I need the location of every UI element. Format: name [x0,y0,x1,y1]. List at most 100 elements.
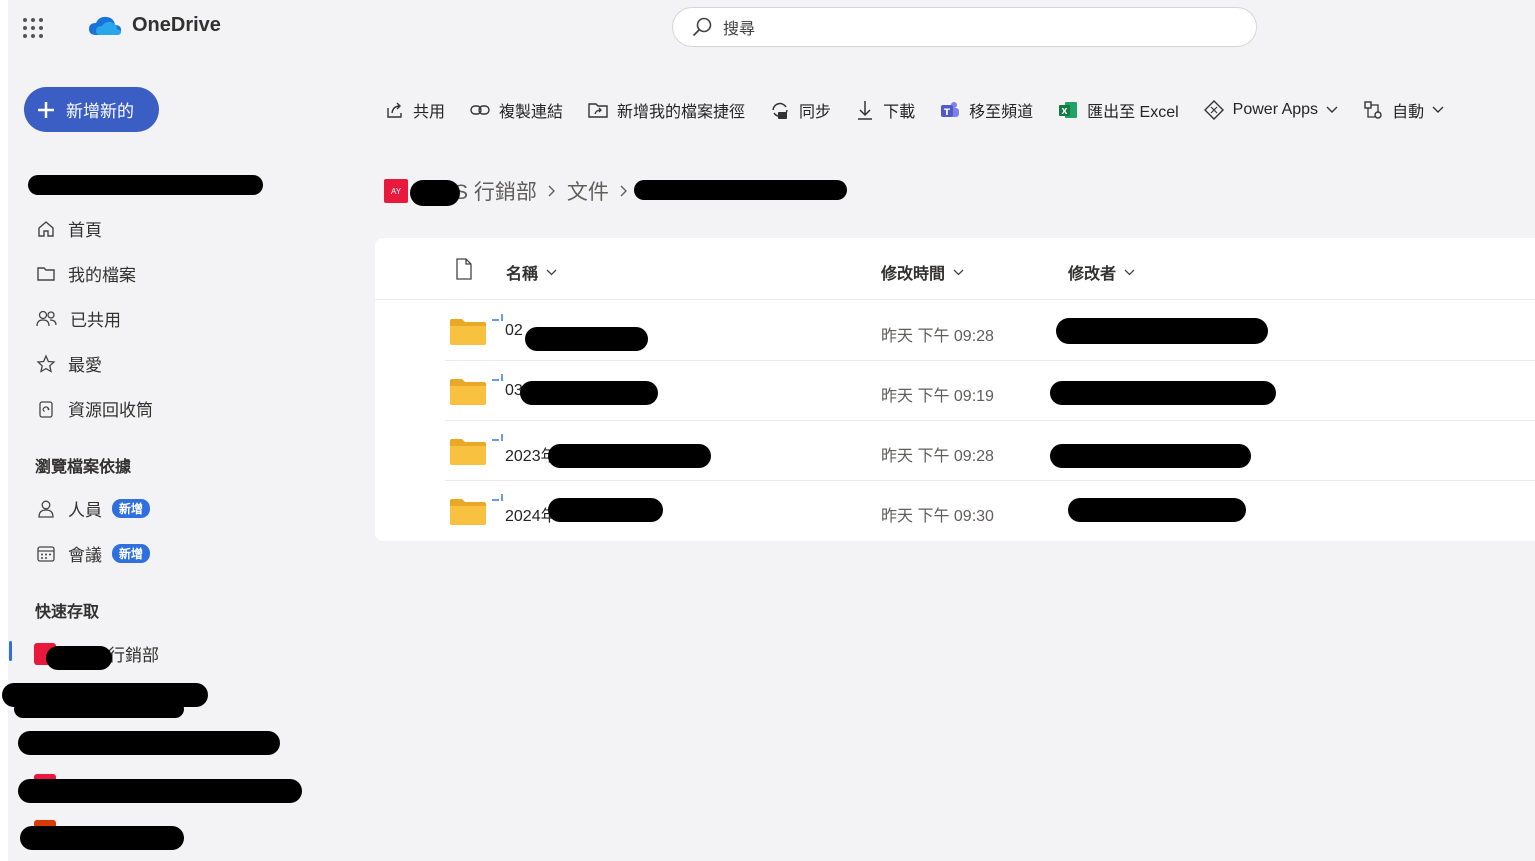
download-label: 下載 [883,104,916,121]
home-icon [38,220,54,237]
sidebar-item-favorites[interactable]: 最愛 [36,351,102,376]
column-modified-by[interactable]: 修改者 [1068,260,1135,284]
move-to-channel-button[interactable]: T 移至頻道 [939,98,1033,122]
redaction [525,327,648,351]
excel-icon: X [1059,102,1078,118]
file-name[interactable]: 02 [505,322,523,340]
automate-label: 自動 [1392,104,1425,121]
sync-button[interactable]: 同步 [769,98,831,122]
calendar-icon [37,545,55,562]
sidebar-item-label: 首頁 [68,221,102,240]
automate-button[interactable]: 自動 [1362,98,1444,122]
breadcrumb-item-docs[interactable]: 文件 [567,176,609,206]
folder-icon [450,379,486,405]
chevron-down-icon [953,269,964,275]
add-shortcut-label: 新增我的檔案捷徑 [617,104,746,121]
file-modified: 昨天 下午 09:19 [881,388,994,405]
app-launcher-icon[interactable] [22,17,44,39]
plus-icon [38,101,54,118]
sync-status-icon [492,314,503,321]
sidebar-item-shared[interactable]: 已共用 [36,306,121,331]
new-badge: 新增 [112,544,151,563]
redaction [20,826,184,850]
new-button[interactable]: 新增新的 [24,87,159,132]
svg-text:T: T [944,108,951,118]
power-apps-icon [1203,100,1224,120]
chevron-right-icon [620,185,627,197]
sidebar-item-label: 會議 [68,546,102,565]
browse-files-heading: 瀏覽檔案依據 [35,459,132,476]
file-modified: 昨天 下午 09:28 [881,448,994,465]
search-placeholder: 搜尋 [723,21,756,38]
sidebar-item-meetings[interactable]: 會議 新增 [36,541,151,566]
folder-shortcut-icon [588,103,608,118]
share-icon [387,102,402,118]
sidebar-item-people[interactable]: 人員 新增 [36,496,151,521]
person-icon [38,500,54,518]
column-modified[interactable]: 修改時間 [881,260,964,284]
sync-status-icon [492,374,503,381]
chevron-down-icon [546,269,557,275]
redaction [520,381,658,405]
redaction [410,180,460,206]
redaction [1050,381,1276,405]
chevron-down-icon [1124,269,1135,275]
share-button[interactable]: 共用 [385,98,445,122]
new-button-label: 新增新的 [66,102,134,121]
search-box[interactable]: 搜尋 [672,7,1257,47]
redaction [18,731,280,755]
redaction [1056,318,1268,344]
download-button[interactable]: 下載 [855,98,915,122]
new-badge: 新增 [112,499,151,518]
automate-icon [1364,101,1382,119]
column-modified-by-label: 修改者 [1068,266,1117,283]
folder-icon [450,499,486,525]
breadcrumb-item-site[interactable]: S 行銷部 [454,176,537,206]
redaction [14,700,184,718]
export-excel-button[interactable]: X 匯出至 Excel [1057,98,1179,122]
download-icon [858,101,873,120]
redaction [1068,498,1246,522]
redaction [548,444,711,468]
sidebar-item-label: 我的檔案 [68,266,136,285]
sidebar-item-my-files[interactable]: 我的檔案 [36,261,136,286]
sync-label: 同步 [799,104,832,121]
app-name: OneDrive [132,14,221,36]
copy-link-label: 複製連結 [499,104,564,121]
add-shortcut-button[interactable]: 新增我的檔案捷徑 [587,98,745,122]
share-label: 共用 [413,104,446,121]
quick-access-heading: 快速存取 [35,604,100,621]
sidebar-item-label: 最愛 [68,356,102,375]
command-bar: 共用 複製連結 新增我的檔案捷徑 同步 下載 T 移至頻道 X 匯出至 Exce… [385,96,1468,124]
file-list-header: 名稱 修改時間 修改者 [375,238,1535,300]
svg-text:X: X [1062,107,1069,116]
chevron-down-icon [1326,106,1338,113]
redaction [1050,444,1251,468]
redaction [46,646,112,670]
onedrive-cloud-icon [89,16,121,35]
left-edge-strip [0,0,8,861]
column-name[interactable]: 名稱 [506,260,557,284]
file-type-icon [456,258,472,280]
export-excel-label: 匯出至 Excel [1087,104,1179,121]
power-apps-button[interactable]: Power Apps [1203,99,1338,121]
sidebar-item-recycle-bin[interactable]: 資源回收筒 [36,396,153,421]
site-logo-text: AY [390,186,402,196]
redaction [548,498,663,522]
chevron-down-icon [1432,106,1444,113]
file-modified: 昨天 下午 09:28 [881,328,994,345]
chevron-right-icon [548,185,555,197]
move-to-channel-label: 移至頻道 [969,104,1034,121]
folder-icon [450,319,486,345]
sync-icon [772,102,788,119]
quick-access-label: 行銷部 [108,646,159,665]
brand[interactable]: OneDrive [88,14,221,37]
copy-link-button[interactable]: 複製連結 [469,98,563,122]
file-modified: 昨天 下午 09:30 [881,508,994,525]
sidebar-item-label: 資源回收筒 [68,401,153,420]
sidebar-item-home[interactable]: 首頁 [36,216,102,241]
column-modified-label: 修改時間 [881,266,946,283]
star-icon [36,353,56,373]
sync-status-icon [492,494,503,501]
redaction [28,175,263,195]
